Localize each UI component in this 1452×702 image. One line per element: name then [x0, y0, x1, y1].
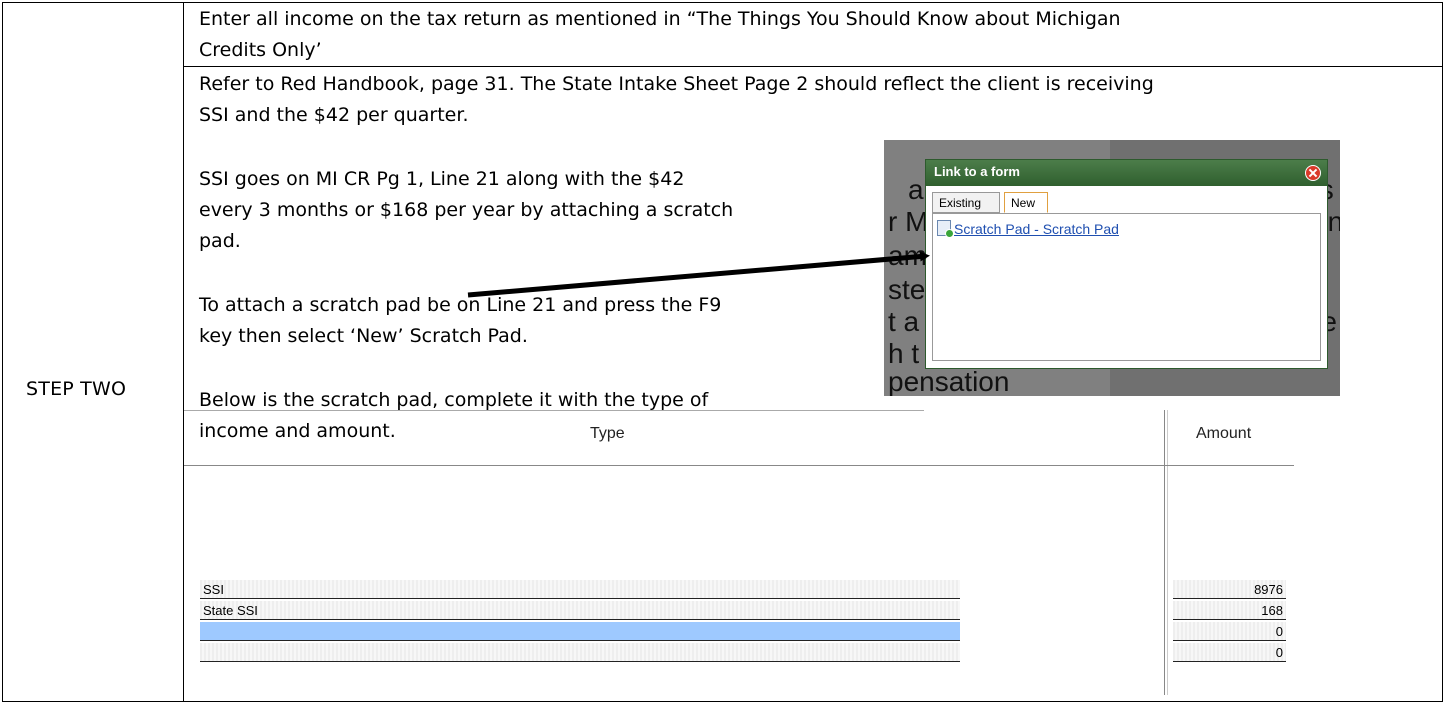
pad-column-divider [1164, 410, 1165, 695]
type-cell-selected[interactable] [200, 622, 960, 641]
pad-column-divider-inner [1167, 410, 1168, 695]
type-column-header: Type [590, 425, 625, 442]
pad-top-line [184, 410, 924, 411]
type-cell[interactable] [200, 643, 960, 662]
amount-cell[interactable]: 0 [1173, 622, 1286, 641]
amount-cell[interactable]: 0 [1173, 643, 1286, 662]
pad-header-divider [184, 465, 1294, 466]
type-cell[interactable]: State SSI [200, 601, 960, 620]
instruction-table: STEP TWO Enter all income on the tax ret… [0, 0, 1452, 702]
amount-cell[interactable]: 8976 [1173, 580, 1286, 599]
type-cell[interactable]: SSI [200, 580, 960, 599]
scratch-pad-table: Type Amount SSI 8976 State SSI 168 0 0 [184, 410, 1444, 695]
amount-column-header: Amount [1196, 425, 1252, 442]
amount-cell[interactable]: 168 [1173, 601, 1286, 620]
